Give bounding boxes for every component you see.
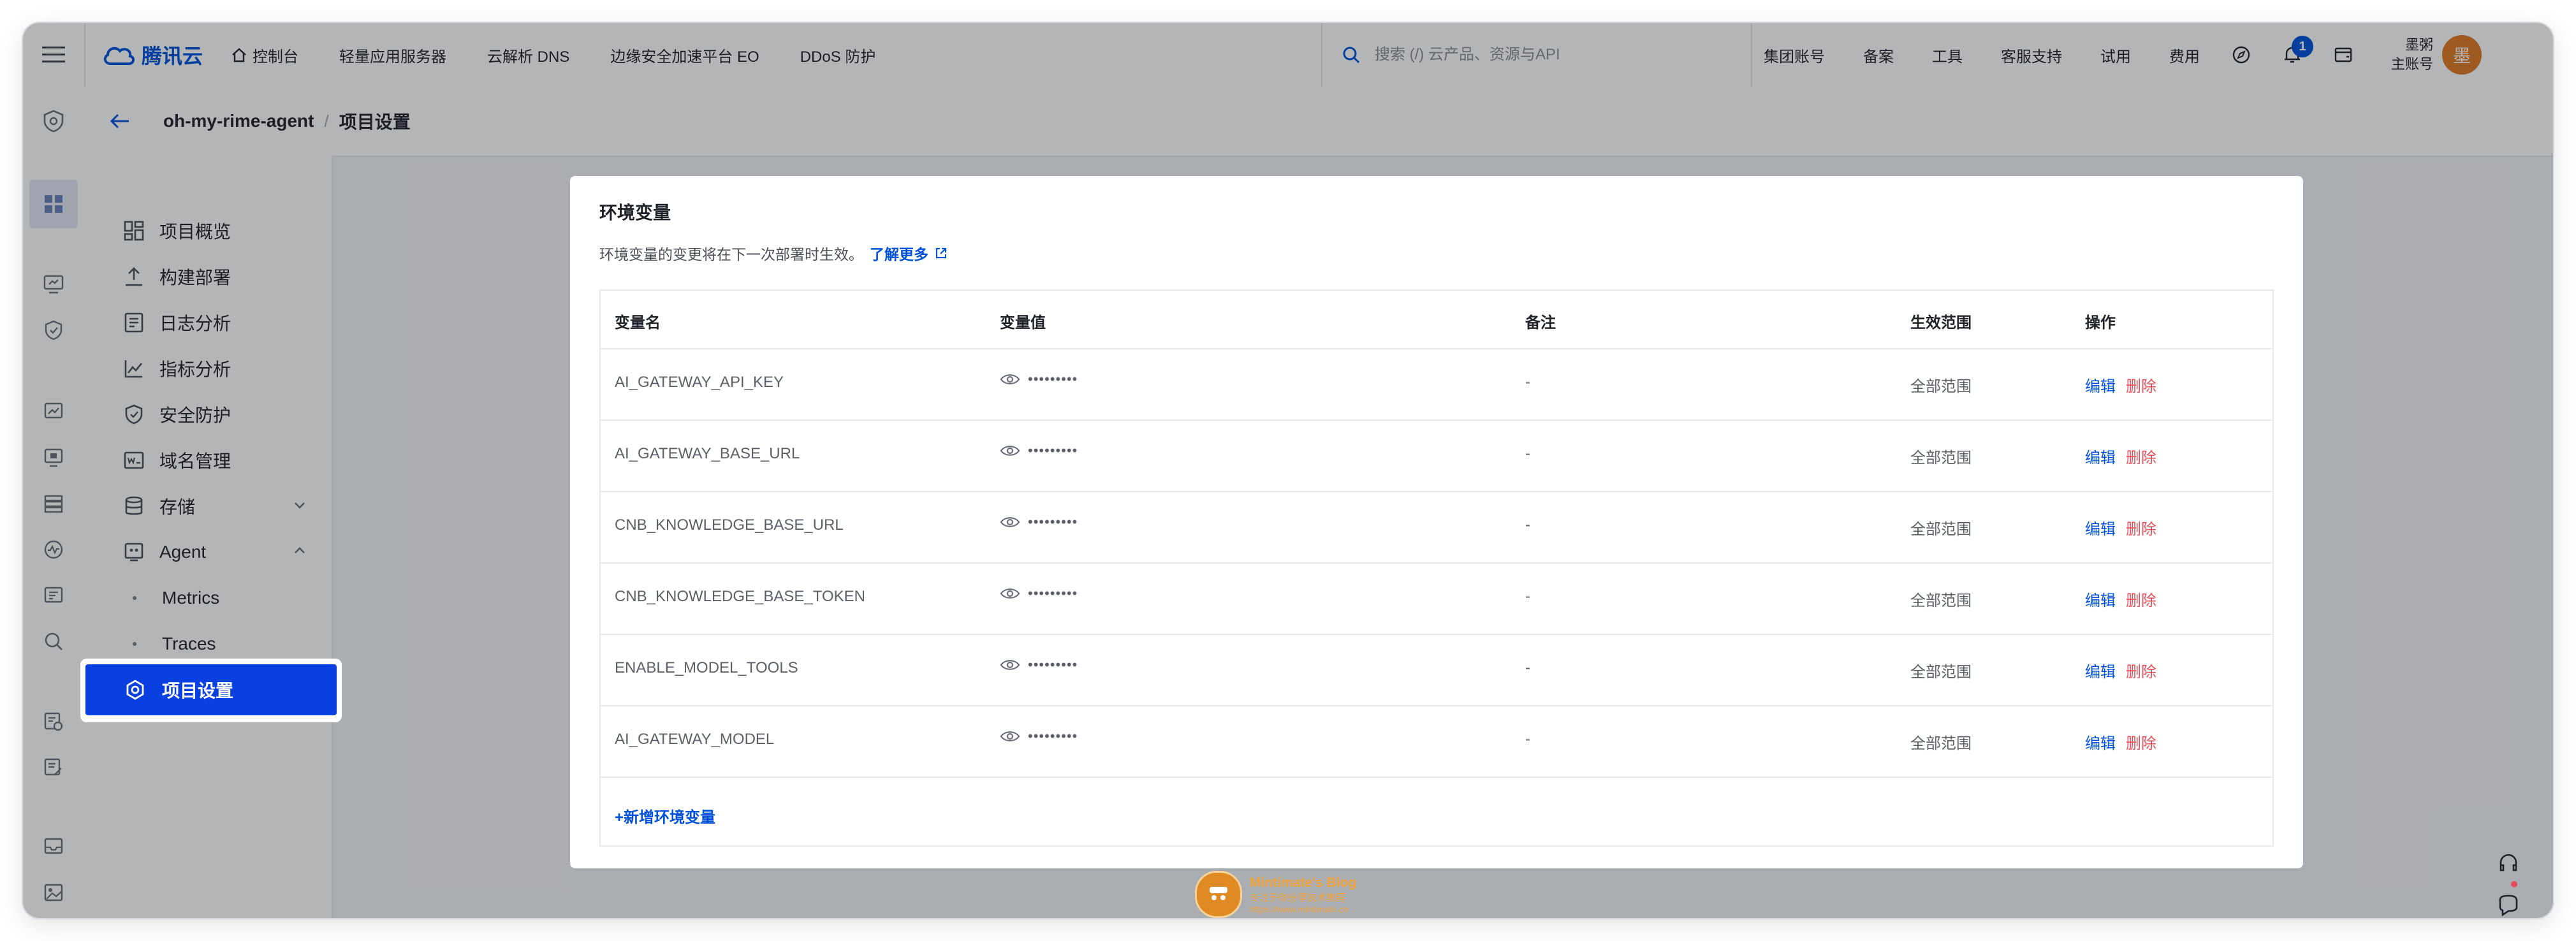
row-actions: 编辑 删除	[2085, 659, 2156, 682]
var-scope: 全部范围	[1910, 664, 1972, 681]
column-header: 备注	[1525, 314, 1556, 332]
var-scope: 全部范围	[1910, 378, 1972, 395]
table-row: CNB_KNOWLEDGE_BASE_TOKEN ••••••••• - 全部范…	[601, 562, 2272, 635]
masked-value: •••••••••	[1028, 585, 1078, 601]
env-vars-dialog: 环境变量 环境变量的变更将在下一次部署时生效。 了解更多 变量名 变量值 备注 …	[570, 176, 2303, 868]
var-name: ENABLE_MODEL_TOOLS	[615, 659, 798, 676]
var-name: AI_GATEWAY_API_KEY	[615, 374, 784, 391]
edit-button[interactable]: 编辑	[2085, 664, 2116, 681]
delete-button[interactable]: 删除	[2126, 521, 2156, 538]
table-row: ENABLE_MODEL_TOOLS ••••••••• - 全部范围 编辑 删除	[601, 634, 2272, 706]
edit-button[interactable]: 编辑	[2085, 521, 2116, 538]
help-button[interactable]	[2491, 845, 2526, 881]
edit-button[interactable]: 编辑	[2085, 449, 2116, 467]
learn-more-label: 了解更多	[870, 246, 928, 263]
masked-value: •••••••••	[1028, 371, 1078, 387]
watermark-title: Mintimate's Blog	[1250, 875, 1357, 890]
column-header: 操作	[2085, 314, 2116, 332]
masked-value: •••••••••	[1028, 657, 1078, 673]
var-name: CNB_KNOWLEDGE_BASE_TOKEN	[615, 588, 866, 605]
var-value: •••••••••	[1000, 371, 1078, 388]
var-value: •••••••••	[1000, 728, 1078, 745]
blog-watermark: Mintimate's Blog 专注于你分享技术教程 https://www.…	[1195, 871, 1356, 918]
column-header: 生效范围	[1910, 314, 1972, 332]
var-scope: 全部范围	[1910, 735, 1972, 752]
dialog-title: 环境变量	[599, 203, 671, 222]
var-note: -	[1525, 374, 1530, 391]
column-header: 变量名	[615, 314, 661, 332]
var-note: -	[1525, 516, 1530, 534]
var-name: AI_GATEWAY_BASE_URL	[615, 445, 800, 462]
sidebar-item-label: 项目设置	[162, 681, 234, 701]
unread-dot	[2511, 881, 2517, 887]
column-header: 变量值	[1000, 314, 1046, 332]
delete-button[interactable]: 删除	[2126, 449, 2156, 467]
table-row: AI_GATEWAY_MODEL ••••••••• - 全部范围 编辑 删除	[601, 705, 2272, 778]
eye-icon[interactable]	[1000, 515, 1020, 529]
eye-icon[interactable]	[1000, 444, 1020, 458]
delete-button[interactable]: 删除	[2126, 378, 2156, 395]
var-value: •••••••••	[1000, 514, 1078, 530]
env-vars-table: 变量名 变量值 备注 生效范围 操作 AI_GATEWAY_API_KEY ••…	[599, 289, 2274, 847]
eye-icon[interactable]	[1000, 658, 1020, 672]
table-header: 变量名 变量值 备注 生效范围 操作	[601, 291, 2272, 349]
var-note: -	[1525, 445, 1530, 462]
table-row: AI_GATEWAY_API_KEY ••••••••• - 全部范围 编辑 删除	[601, 348, 2272, 421]
var-name: AI_GATEWAY_MODEL	[615, 731, 775, 748]
masked-value: •••••••••	[1028, 728, 1078, 744]
var-scope: 全部范围	[1910, 521, 1972, 538]
eye-icon[interactable]	[1000, 587, 1020, 601]
watermark-subtitle: 专注于你分享技术教程	[1250, 892, 1346, 903]
edit-button[interactable]: 编辑	[2085, 735, 2116, 752]
feedback-button[interactable]	[2491, 887, 2526, 918]
eye-icon[interactable]	[1000, 372, 1020, 386]
table-row: CNB_KNOWLEDGE_BASE_URL ••••••••• - 全部范围 …	[601, 491, 2272, 564]
row-actions: 编辑 删除	[2085, 516, 2156, 539]
sidebar-item-settings[interactable]: 项目设置	[85, 664, 337, 715]
row-actions: 编辑 删除	[2085, 731, 2156, 753]
delete-button[interactable]: 删除	[2126, 592, 2156, 609]
headset-icon	[2499, 854, 2517, 872]
var-note: -	[1525, 659, 1530, 676]
dialog-description: 环境变量的变更将在下一次部署时生效。 了解更多	[599, 242, 948, 264]
var-note: -	[1525, 588, 1530, 605]
var-scope: 全部范围	[1910, 449, 1972, 467]
external-link-icon	[935, 247, 947, 259]
var-value: •••••••••	[1000, 657, 1078, 673]
var-value: •••••••••	[1000, 442, 1078, 459]
table-row: AI_GATEWAY_BASE_URL ••••••••• - 全部范围 编辑删…	[601, 419, 2272, 492]
masked-value: •••••••••	[1028, 442, 1078, 458]
var-note: -	[1525, 731, 1530, 748]
delete-button[interactable]: 删除	[2126, 664, 2156, 681]
row-actions: 编辑 删除	[2085, 374, 2156, 396]
var-scope: 全部范围	[1910, 592, 1972, 609]
blog-logo-icon	[1195, 871, 1242, 918]
edit-button[interactable]: 编辑	[2085, 378, 2116, 395]
delete-button[interactable]: 删除	[2126, 735, 2156, 752]
var-value: •••••••••	[1000, 585, 1078, 602]
app-window: 腾讯云 控制台 轻量应用服务器 云解析 DNS 边缘安全加速平台 EO DDoS…	[23, 23, 2553, 918]
watermark-url: https://www.mintimate.cn	[1250, 903, 1349, 914]
var-name: CNB_KNOWLEDGE_BASE_URL	[615, 516, 844, 534]
masked-value: •••••••••	[1028, 514, 1078, 530]
row-actions: 编辑 删除	[2085, 588, 2156, 610]
description-text: 环境变量的变更将在下一次部署时生效。	[599, 246, 863, 263]
settings-icon	[122, 677, 148, 703]
learn-more-link[interactable]: 了解更多	[870, 242, 948, 264]
edit-button[interactable]: 编辑	[2085, 592, 2116, 609]
row-actions: 编辑 删除	[2085, 445, 2156, 467]
eye-icon[interactable]	[1000, 729, 1020, 743]
chat-icon	[2499, 894, 2518, 917]
add-env-var-button[interactable]: +新增环境变量	[615, 805, 715, 827]
